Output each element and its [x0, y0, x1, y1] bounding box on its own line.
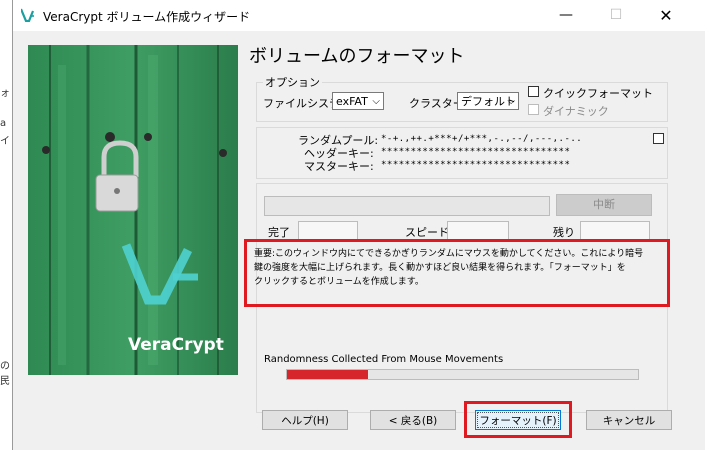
filesystem-select[interactable]: exFAT ⌵ [332, 92, 384, 110]
background-fragment: a [0, 118, 7, 129]
chevron-down-icon: ⌵ [372, 96, 380, 107]
speed-field [447, 221, 509, 241]
title-bar[interactable]: VeraCrypt ボリューム作成ウィザード — ☐ ✕ [13, 0, 705, 31]
focus-ring [477, 412, 559, 428]
back-button[interactable]: < 戻る(B) [370, 410, 456, 430]
dynamic-label: ダイナミック [543, 105, 609, 118]
done-label: 完了 [268, 226, 290, 239]
wizard-window: VeraCrypt ボリューム作成ウィザード — ☐ ✕ VeraCrypt ボ… [12, 0, 705, 450]
filesystem-label: ファイルシステ [263, 97, 340, 110]
chevron-down-icon: ⌵ [507, 96, 515, 107]
header-key-value: ******************************** [381, 147, 571, 157]
cluster-select[interactable]: デフォルト ⌵ [457, 92, 519, 110]
randomness-fill [287, 370, 368, 379]
page-title: ボリュームのフォーマット [249, 46, 465, 67]
abort-button[interactable]: 中断 [556, 194, 652, 216]
time-left-label: 残り [553, 226, 575, 239]
quick-format-checkbox[interactable] [528, 86, 539, 97]
wizard-image: VeraCrypt [28, 45, 238, 375]
info-line: 重要:このウィンドウ内にてできるかぎりランダムにマウスを動かしてください。これに… [254, 249, 644, 259]
maximize-button[interactable]: ☐ [593, 0, 639, 31]
quick-format-label: クイックフォーマット [543, 87, 653, 100]
time-left-field [580, 221, 650, 241]
master-key-value: ******************************** [381, 160, 571, 170]
help-button[interactable]: ヘルプ(H) [262, 410, 348, 430]
filesystem-value: exFAT [336, 95, 368, 108]
dynamic-checkbox[interactable] [528, 104, 539, 115]
background-fragment: イ [0, 136, 10, 147]
window-title: VeraCrypt ボリューム作成ウィザード [43, 10, 251, 24]
done-field [298, 221, 358, 241]
show-pool-checkbox[interactable] [653, 133, 664, 144]
random-pool-value: *-+.,++.+***+/+***,-.,--/,---,.-.. [381, 134, 583, 144]
close-button[interactable]: ✕ [643, 0, 689, 31]
randomness-label: Randomness Collected From Mouse Movement… [264, 354, 504, 365]
brand-text: VeraCrypt [128, 335, 224, 355]
info-line: 鍵の強度を大幅に上げられます。長く動かすほど良い結果を得られます。「フォーマット… [254, 263, 626, 273]
minimize-button[interactable]: — [543, 0, 589, 31]
background-fragment: の [0, 361, 10, 372]
background-fragment: ォ [0, 88, 10, 99]
master-key-label: マスターキー: [304, 160, 374, 173]
veracrypt-logo-icon [21, 8, 35, 22]
format-progress-bar [264, 196, 550, 216]
info-line: クリックするとボリュームを作成します。 [254, 277, 424, 287]
options-legend: オプション [263, 74, 322, 90]
info-text: 重要:このウィンドウ内にてできるかぎりランダムにマウスを動かしてください。これに… [254, 247, 665, 289]
cluster-label: クラスター [409, 97, 464, 110]
cancel-button[interactable]: キャンセル [586, 410, 672, 430]
speed-label: スピード [405, 226, 449, 239]
background-fragment: 民 [0, 376, 10, 387]
